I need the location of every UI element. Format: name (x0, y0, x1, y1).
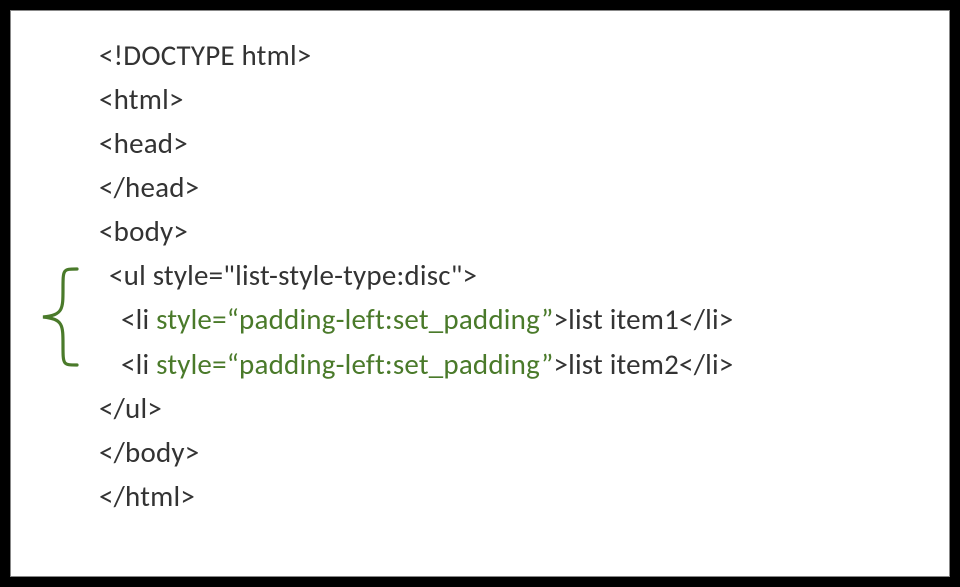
code-line: </html> (51, 474, 939, 518)
code-line: <html> (51, 77, 939, 121)
code-block: <!DOCTYPE html> <html> <head> </head> <b… (51, 33, 939, 518)
code-line: </ul> (51, 386, 939, 430)
code-line: <head> (51, 121, 939, 165)
highlighted-attr: style=“padding-left:set_padding” (156, 301, 553, 337)
code-line: <body> (51, 209, 939, 253)
code-line: <!DOCTYPE html> (51, 33, 939, 77)
code-box: <!DOCTYPE html> <html> <head> </head> <b… (10, 10, 950, 577)
code-line: </body> (51, 430, 939, 474)
code-line: <li style=“padding-left:set_padding”>lis… (51, 342, 939, 386)
code-line: <ul style="list-style-type:disc"> (51, 253, 939, 297)
curly-brace-icon (33, 267, 81, 367)
code-line: </head> (51, 165, 939, 209)
highlighted-attr: style=“padding-left:set_padding” (156, 346, 553, 382)
code-line: <li style=“padding-left:set_padding”>lis… (51, 297, 939, 341)
